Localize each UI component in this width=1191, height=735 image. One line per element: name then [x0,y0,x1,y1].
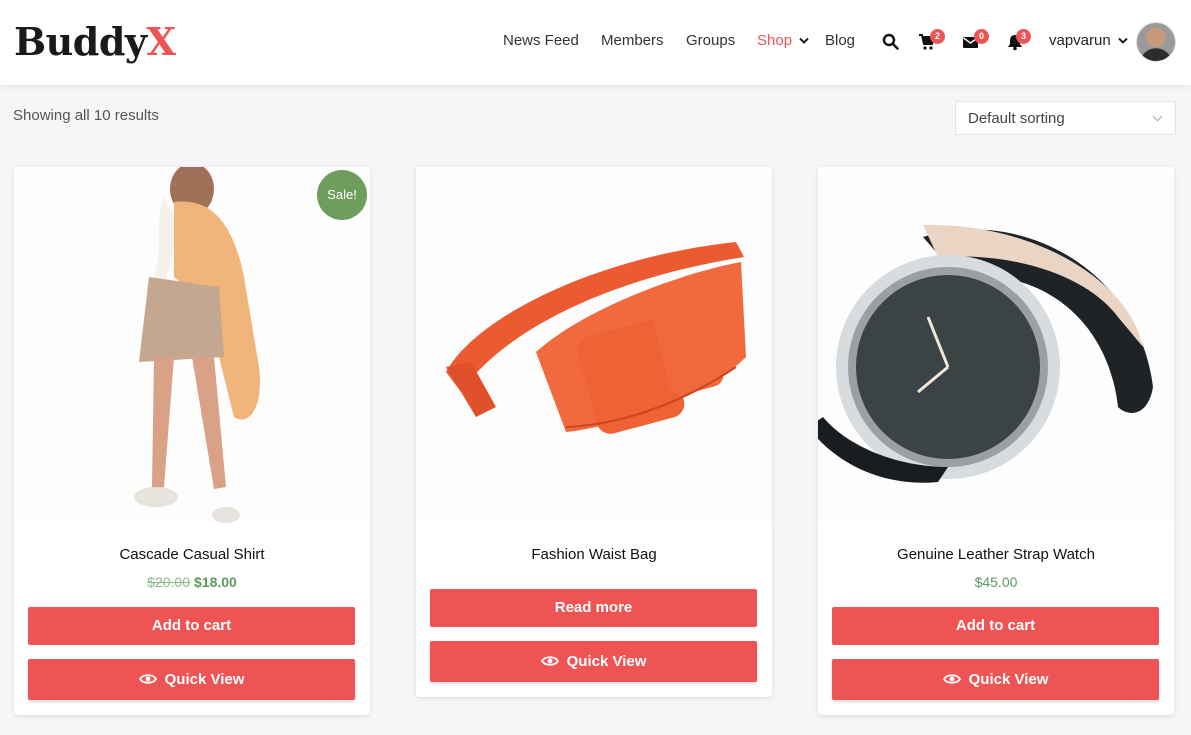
nav-item-news-feed[interactable]: News Feed [503,32,579,49]
product-card: Sale! Cascade Casual Shirt $20.00 $18.00 … [14,167,370,715]
regular-price: $45.00 [974,574,1018,590]
add-to-cart-button[interactable]: Add to cart [28,607,355,645]
orange-waist-bag-photo [416,167,772,523]
quick-view-button[interactable]: Quick View [832,659,1159,700]
eye-icon [138,673,157,684]
quick-view-label: Quick View [164,671,245,688]
product-image[interactable] [416,167,772,523]
avatar[interactable] [1136,22,1176,62]
site-header: BuddyX News Feed Members Groups Shop Blo… [0,0,1191,85]
product-image[interactable] [818,167,1174,523]
username: vapvarun [1049,32,1111,49]
quick-view-button[interactable]: Quick View [28,659,355,700]
logo-text: Buddy [14,19,147,64]
sale-badge: Sale! [317,170,367,220]
product-price: $45.00 [818,574,1174,590]
logo-accent: X [146,19,176,64]
result-count: Showing all 10 results [13,107,159,124]
product-price: $20.00 $18.00 [14,574,370,590]
nav-item-groups[interactable]: Groups [686,32,735,49]
sale-price: $18.00 [194,574,237,590]
notifications-count-badge: 3 [1016,29,1031,44]
quick-view-button[interactable]: Quick View [430,641,757,682]
product-title[interactable]: Cascade Casual Shirt [14,546,370,563]
add-to-cart-button[interactable]: Add to cart [832,607,1159,645]
chevron-down-icon[interactable] [799,37,809,45]
user-menu[interactable]: vapvarun [1049,32,1128,49]
leather-watch-photo [818,167,1174,523]
quick-view-label: Quick View [968,671,1049,688]
old-price: $20.00 [147,574,190,590]
product-card: Genuine Leather Strap Watch $45.00 Add t… [818,167,1174,715]
search-icon[interactable] [882,33,900,51]
nav-item-shop[interactable]: Shop [757,32,792,49]
product-title[interactable]: Genuine Leather Strap Watch [818,546,1174,563]
eye-icon [540,655,559,666]
product-card: Fashion Waist Bag Read more Quick View [416,167,772,697]
read-more-button[interactable]: Read more [430,589,757,627]
product-image[interactable]: Sale! [14,167,370,523]
woman-jacket-photo [14,167,370,523]
quick-view-label: Quick View [566,653,647,670]
nav-item-members[interactable]: Members [601,32,664,49]
product-title[interactable]: Fashion Waist Bag [416,546,772,563]
chevron-down-icon [1118,37,1128,44]
nav-item-blog[interactable]: Blog [825,32,855,49]
messages-count-badge: 0 [974,29,989,44]
sort-selected-label: Default sorting [968,110,1065,127]
site-logo[interactable]: BuddyX [14,19,176,65]
sort-select[interactable]: Default sorting [955,101,1176,135]
cart-count-badge: 2 [930,29,945,44]
eye-icon [942,673,961,684]
chevron-down-icon [1152,111,1163,122]
